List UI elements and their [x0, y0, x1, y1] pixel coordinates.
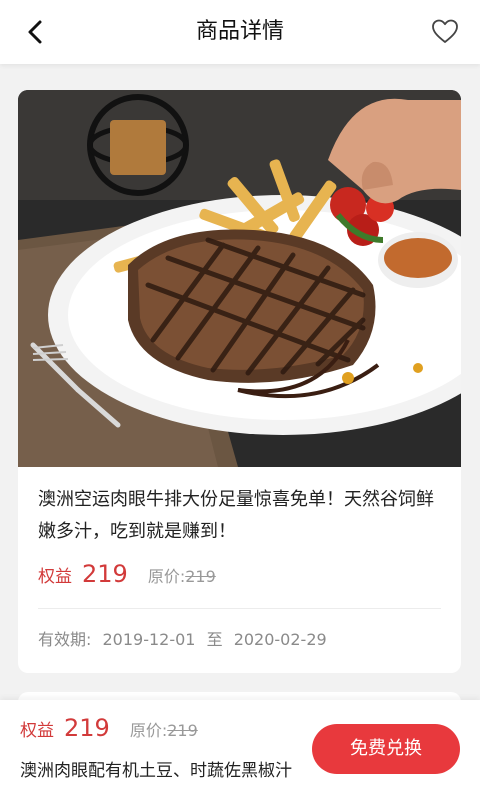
product-description: 澳洲空运肉眼牛排大份足量惊喜免单！天然谷饲鲜嫩多汁，吃到就是赚到！: [38, 489, 434, 542]
divider: [38, 608, 441, 609]
favorite-button[interactable]: [430, 16, 460, 46]
bottom-original-price-value: 219: [167, 721, 198, 740]
validity-end: 2020-02-29: [233, 630, 327, 649]
page-title: 商品详情: [195, 19, 284, 44]
validity-label: 有效期:: [38, 630, 92, 649]
product-card: 澳洲空运肉眼牛排大份足量惊喜免单！天然谷饲鲜嫩多汁，吃到就是赚到！ 权益 219…: [18, 90, 461, 673]
quan-value: 219: [82, 560, 128, 588]
product-photo: [18, 90, 461, 467]
top-navigation-bar: 商品详情: [0, 0, 480, 64]
original-price-label: 原价:: [147, 567, 186, 586]
bottom-quan-value: 219: [64, 714, 110, 742]
validity-to: 至: [206, 630, 223, 649]
bottom-action-bar: 权益 219 原价: 219 澳洲肉眼配有机土豆、时蔬佐黑椒汁 免费兑换: [0, 700, 480, 800]
bottom-quan-label: 权益: [20, 721, 54, 741]
quan-label: 权益: [38, 567, 72, 587]
price-row: 权益 219 原价: 219: [38, 560, 216, 592]
bottom-original-price-label: 原价:: [129, 721, 168, 740]
heart-outline-icon: [432, 19, 458, 43]
bottom-price-row: 权益 219 原价: 219: [20, 714, 198, 742]
redeem-button[interactable]: 免费兑换: [312, 724, 460, 774]
bottom-product-name: 澳洲肉眼配有机土豆、时蔬佐黑椒汁: [20, 761, 292, 781]
original-price-value: 219: [185, 567, 216, 586]
validity-period: 有效期: 2019-12-01 至 2020-02-29: [38, 626, 333, 654]
validity-start: 2019-12-01: [102, 630, 196, 649]
